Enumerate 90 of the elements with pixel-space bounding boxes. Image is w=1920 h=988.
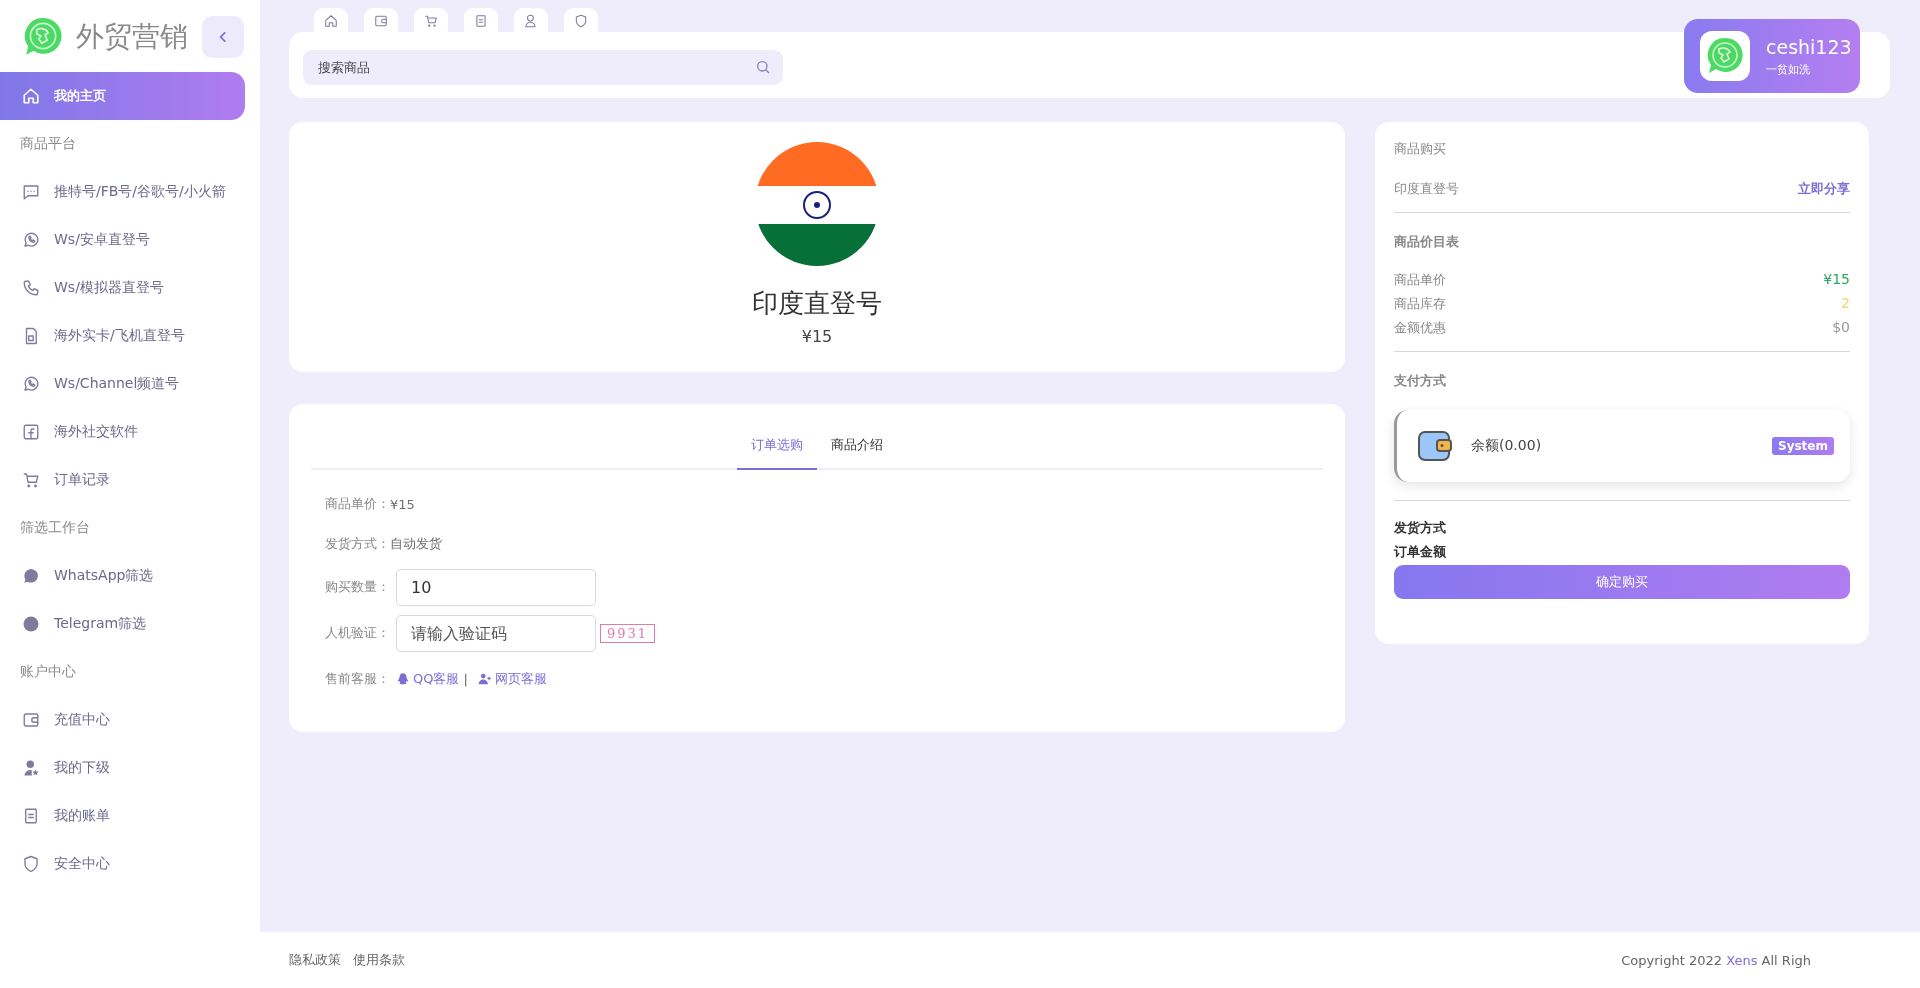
penguin-icon	[396, 672, 410, 686]
chat-bubble-icon	[22, 567, 40, 585]
phone-icon	[22, 279, 40, 297]
field-value: 自动发货	[390, 535, 442, 553]
chat-icon	[22, 183, 40, 201]
shield-icon	[22, 855, 40, 873]
sidebar-item[interactable]: 海外社交软件	[0, 408, 245, 456]
price-label: 商品单价	[1394, 271, 1446, 289]
section-label: 商品平台	[19, 134, 77, 153]
summary-label: 发货方式	[1394, 519, 1447, 537]
sidebar-item[interactable]: 我的主页	[0, 72, 245, 120]
sidebar-item[interactable]: Ws/Channel频道号	[0, 360, 245, 408]
sidebar-item[interactable]: 安全中心	[0, 840, 245, 888]
field-label: 发货方式：	[325, 535, 390, 553]
cart-icon	[424, 14, 438, 28]
field-label: 商品单价：	[325, 495, 390, 513]
sidebar-item[interactable]: Telegram筛选	[0, 600, 245, 648]
phone-chat-icon	[22, 231, 40, 249]
quick-tab[interactable]	[414, 8, 448, 32]
quick-tab[interactable]	[564, 8, 598, 32]
logo-icon	[22, 16, 64, 58]
product-price: ¥15	[801, 327, 833, 346]
wallet-icon	[374, 14, 388, 28]
document-icon	[474, 14, 488, 28]
support-link[interactable]: 网页客服	[477, 670, 547, 688]
flag-icon	[755, 142, 879, 266]
user-status: 一贫如洗	[1766, 61, 1811, 77]
sidebar-item[interactable]: WhatsApp筛选	[0, 552, 245, 600]
tab[interactable]: 商品介绍	[817, 424, 897, 470]
field-value: ¥15	[390, 496, 415, 512]
sidebar-item[interactable]: 订单记录	[0, 456, 245, 504]
copyright: Copyright 2022 Xens All Righ	[1621, 952, 1811, 968]
quick-tab[interactable]	[464, 8, 498, 32]
section-label: 筛选工作台	[19, 518, 91, 537]
separator: |	[463, 671, 468, 687]
payment-option[interactable]: 余额(0.00) System	[1394, 410, 1850, 482]
search-field[interactable]: 搜索商品	[303, 49, 783, 85]
quick-tab[interactable]	[314, 8, 348, 32]
captcha-code[interactable]: 9931	[600, 623, 656, 643]
sidebar-item[interactable]: Ws/安卓直登号	[0, 216, 245, 264]
phone-chat-icon	[22, 375, 40, 393]
sidebar-item[interactable]: 推特号/FB号/谷歌号/小火箭	[0, 168, 245, 216]
sidebar-item[interactable]: Ws/模拟器直登号	[0, 264, 245, 312]
user-name: ceshi123	[1766, 35, 1852, 58]
section-label: 账户中心	[19, 662, 77, 681]
section-title: 支付方式	[1394, 372, 1447, 390]
captcha-field[interactable]: 请输入验证码	[396, 614, 596, 652]
user-star-icon	[22, 759, 40, 777]
quick-tab[interactable]	[514, 8, 548, 32]
section-title: 商品价目表	[1394, 233, 1460, 251]
collapse-button[interactable]	[202, 16, 244, 58]
sidebar-item[interactable]: 我的下级	[0, 744, 245, 792]
product-name: 印度直登号	[1394, 180, 1459, 198]
home-icon	[22, 87, 40, 105]
payment-label: 余额(0.00)	[1471, 437, 1542, 455]
price-label: 金额优惠	[1394, 319, 1446, 337]
field-label: 购买数量：	[325, 578, 390, 596]
field-label: 人机验证：	[325, 624, 390, 642]
wallet-icon	[22, 711, 40, 729]
product-title: 印度直登号	[752, 287, 882, 320]
quantity-field[interactable]: 10	[396, 568, 596, 606]
user-card[interactable]: ceshi123 一贫如洗	[1684, 19, 1860, 93]
price-value: ¥15	[1823, 271, 1850, 289]
field-label: 售前客服：	[325, 670, 390, 688]
support-link[interactable]: QQ客服	[396, 670, 460, 688]
wallet-icon	[1417, 430, 1453, 462]
price-value: $0	[1832, 319, 1850, 337]
shield-icon	[574, 14, 588, 28]
search-icon	[755, 58, 771, 75]
footer-link[interactable]: 隐私政策	[289, 951, 341, 969]
tab[interactable]: 订单选购	[737, 424, 817, 470]
price-value: 2	[1841, 295, 1850, 313]
cart-icon	[22, 471, 40, 489]
system-badge: System	[1772, 437, 1834, 455]
sidebar-item[interactable]: 海外实卡/飞机直登号	[0, 312, 245, 360]
quick-tab[interactable]	[364, 8, 398, 32]
sidebar-item[interactable]: 我的账单	[0, 792, 245, 840]
summary-label: 订单金额	[1394, 543, 1447, 561]
sidebar-item[interactable]: 充值中心	[0, 696, 245, 744]
brand-name: 外贸营销	[76, 19, 188, 55]
price-label: 商品库存	[1394, 295, 1446, 313]
buy-button[interactable]: 确定购买	[1394, 565, 1850, 599]
add-user-icon	[477, 672, 492, 686]
facebook-icon	[22, 423, 40, 441]
share-link[interactable]: 立即分享	[1798, 180, 1850, 198]
card-title: 商品购买	[1394, 140, 1447, 158]
user-icon	[524, 14, 538, 28]
home-icon	[324, 14, 338, 28]
document-icon	[22, 807, 40, 825]
footer-link[interactable]: 使用条款	[353, 951, 405, 969]
